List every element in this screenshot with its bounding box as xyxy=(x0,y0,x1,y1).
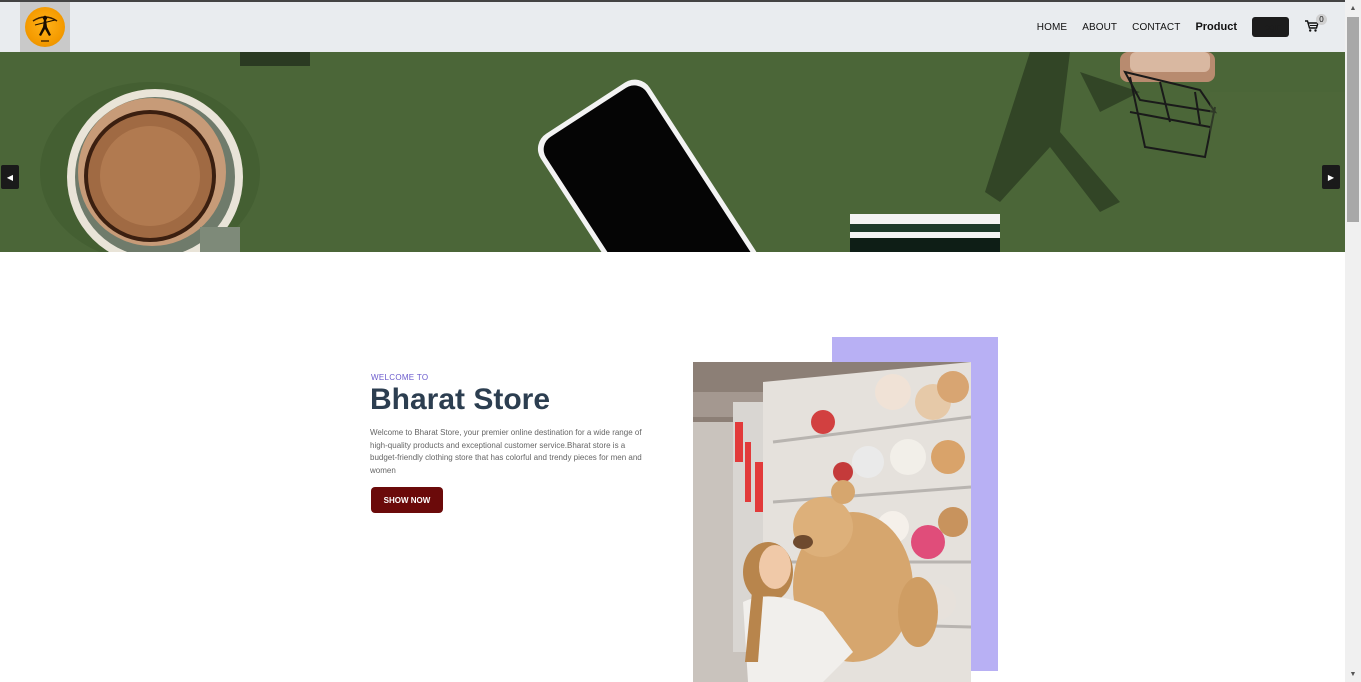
cart-count-badge: 0 xyxy=(1316,14,1327,25)
welcome-description: Welcome to Bharat Store, your premier on… xyxy=(370,428,642,476)
nav-about-link[interactable]: ABOUT xyxy=(1082,22,1117,33)
show-now-button[interactable]: SHOW NOW xyxy=(371,487,443,513)
page-scrollbar[interactable]: ▲ ▼ xyxy=(1345,0,1361,682)
navbar: HOME ABOUT CONTACT Product Login 0 xyxy=(0,0,1345,52)
hero-carousel xyxy=(0,52,1345,252)
nav-home-link[interactable]: HOME xyxy=(1037,22,1067,33)
nav-links: HOME ABOUT CONTACT Product Login 0 xyxy=(1037,2,1345,52)
login-button[interactable]: Login xyxy=(1252,17,1289,37)
nav-contact-link[interactable]: CONTACT xyxy=(1132,22,1180,33)
welcome-kicker: WELCOME TO xyxy=(371,373,429,382)
store-photo xyxy=(693,362,971,682)
scroll-thumb[interactable] xyxy=(1347,17,1359,222)
cart-button[interactable]: 0 xyxy=(1305,14,1329,37)
logo[interactable] xyxy=(20,2,70,52)
page-title: Bharat Store xyxy=(370,383,551,416)
nav-product-link[interactable]: Product xyxy=(1195,21,1237,33)
carousel-next-button[interactable]: ▶ xyxy=(1322,165,1340,189)
hero-slide-image xyxy=(0,52,1345,252)
archer-logo-icon xyxy=(25,7,65,47)
page: HOME ABOUT CONTACT Product Login 0 ◀ ▶ W… xyxy=(0,0,1361,682)
scroll-down-arrow-icon[interactable]: ▼ xyxy=(1345,666,1361,682)
scroll-up-arrow-icon[interactable]: ▲ xyxy=(1345,0,1361,16)
carousel-prev-button[interactable]: ◀ xyxy=(1,165,19,189)
